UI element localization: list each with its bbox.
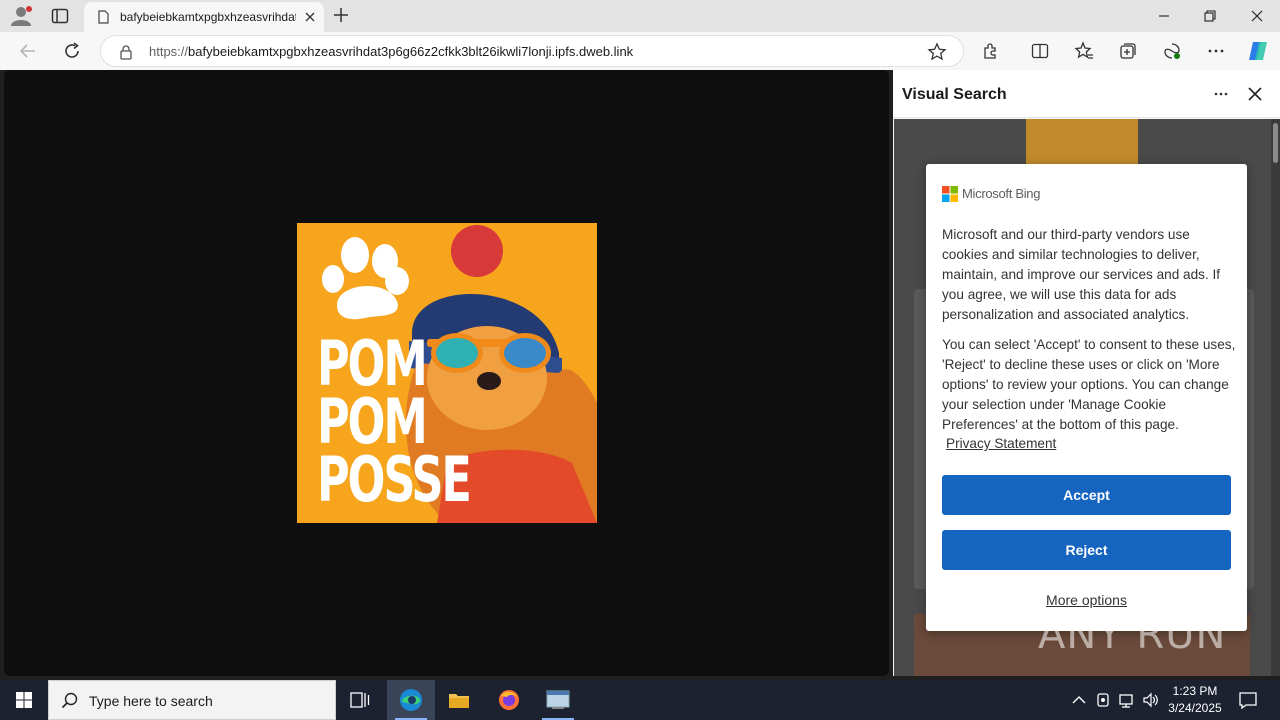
restore-icon[interactable] [1202,8,1218,24]
taskbar-firefox[interactable] [485,680,533,720]
taskbar-app[interactable] [534,680,582,720]
url-scheme: https:// [149,44,189,59]
poster-line-3: POSSE [317,443,472,516]
notifications-icon[interactable] [1238,690,1258,710]
scrollbar-thumb[interactable] [1273,123,1278,163]
close-window-icon[interactable] [1249,8,1265,24]
panel-scrollbar[interactable] [1271,119,1280,676]
network-icon[interactable] [1118,691,1136,709]
brand-name: Microsoft Bing [962,186,1041,201]
app-window-icon [546,690,570,709]
system-clock[interactable]: 1:23 PM 3/24/2025 [1160,683,1230,717]
accept-button[interactable]: Accept [942,475,1231,515]
new-tab-icon[interactable] [332,6,350,24]
firefox-icon [499,690,519,710]
more-options-link[interactable]: More options [926,592,1247,608]
edge-icon [400,689,422,711]
microsoft-logo-icon [942,186,958,202]
folder-icon [449,694,469,708]
taskbar-edge[interactable] [387,680,435,720]
anyrun-watermark: ANY RUN [1038,612,1227,658]
reject-button[interactable]: Reject [942,530,1231,570]
clock-time: 1:23 PM [1172,684,1218,698]
active-tab[interactable]: bafybeiebkamtxpgbxhzeasvrihdat3p6g66z2cf… [84,2,324,32]
tab-title: bafybeiebkamtxpgbxhzeasvrihdat3p6g66z2cf… [120,10,296,24]
url-text: https://bafybeiebkamtxpgbxhzeasvrihdat3p… [149,44,633,59]
pom-pom-posse-image[interactable]: POM POM POSSE [297,223,597,523]
favorite-star-icon[interactable] [927,42,947,62]
search-placeholder: Type here to search [89,693,213,709]
url-host: bafybeiebkamtxpgbxhzeasvrihdat3p6g66z2cf… [188,44,634,59]
windows-taskbar: Type here to search 1:23 PM 3/24/2025 [0,680,1280,720]
browser-essentials-icon[interactable] [1162,41,1182,61]
windows-start-icon[interactable] [0,680,48,720]
privacy-statement-link[interactable]: Privacy Statement [946,436,1056,451]
collections-icon[interactable] [1118,41,1138,61]
taskbar-search-box[interactable]: Type here to search [48,680,336,720]
task-view-button[interactable] [336,680,384,720]
search-icon [61,692,78,709]
refresh-icon[interactable] [62,41,82,61]
tab-strip: bafybeiebkamtxpgbxhzeasvrihdat3p6g66z2cf… [0,0,1280,32]
panel-more-icon[interactable] [1211,84,1231,104]
tab-actions-icon[interactable] [50,6,70,26]
page-icon [98,10,109,24]
favorites-icon[interactable] [1074,41,1094,61]
consent-paragraph-2: You can select 'Accept' to consent to th… [942,337,1236,432]
minimize-icon[interactable] [1156,8,1172,24]
query-thumbnail[interactable] [1026,119,1138,165]
extensions-icon[interactable] [981,41,1001,61]
copilot-icon[interactable] [1246,39,1270,63]
panel-header: Visual Search [893,70,1280,118]
more-menu-icon[interactable] [1206,41,1226,61]
clock-date: 3/24/2025 [1168,701,1222,715]
lock-icon[interactable] [119,44,133,60]
volume-icon[interactable] [1142,691,1160,709]
cookie-consent-dialog: Microsoft Bing Microsoft and our third-p… [926,164,1247,631]
panel-title: Visual Search [902,86,1007,103]
tray-device-icon[interactable] [1094,691,1112,709]
task-view-icon [350,692,370,708]
back-icon[interactable] [18,41,38,61]
browser-toolbar: https://bafybeiebkamtxpgbxhzeasvrihdat3p… [0,32,1280,70]
profile-icon[interactable] [10,6,32,26]
address-bar[interactable]: https://bafybeiebkamtxpgbxhzeasvrihdat3p… [100,35,964,67]
page-viewport: POM POM POSSE [4,70,889,676]
tray-overflow-chevron-icon[interactable] [1070,691,1088,709]
panel-close-icon[interactable] [1245,84,1265,104]
taskbar-file-explorer[interactable] [435,680,483,720]
split-screen-icon[interactable] [1030,41,1050,61]
consent-paragraph-1: Microsoft and our third-party vendors us… [942,227,1221,322]
close-tab-icon[interactable] [302,9,318,25]
